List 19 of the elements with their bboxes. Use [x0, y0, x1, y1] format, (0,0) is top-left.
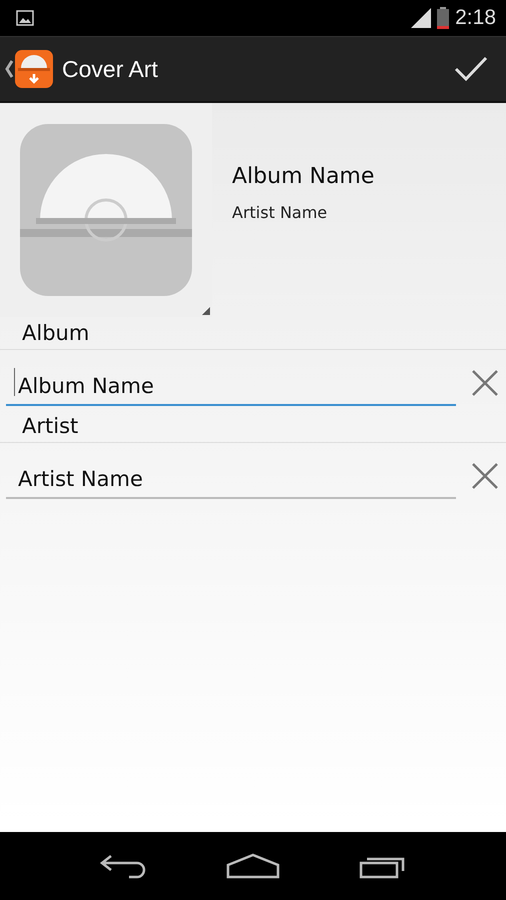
clock-time: 2:18: [455, 6, 496, 30]
image-icon: [16, 10, 34, 26]
field-label: Album: [0, 317, 506, 350]
album-name: Album Name: [232, 164, 374, 189]
app-logo-icon[interactable]: [14, 49, 54, 89]
checkmark-icon[interactable]: [454, 56, 488, 82]
back-arrow-icon[interactable]: [99, 853, 148, 879]
field-label: Artist: [0, 410, 506, 443]
clear-icon[interactable]: [472, 463, 498, 489]
input-field[interactable]: Artist Name: [6, 453, 456, 499]
clear-icon[interactable]: [472, 370, 498, 396]
home-icon[interactable]: [226, 853, 280, 879]
input-field[interactable]: Album Name: [6, 360, 456, 406]
signal-icon: [411, 8, 432, 28]
corner-triangle-icon: [202, 307, 210, 315]
artist-name: Artist Name: [232, 203, 328, 222]
battery-icon: [437, 7, 450, 29]
back-caret-icon[interactable]: [4, 60, 14, 78]
screen-title: Cover Art: [62, 56, 159, 82]
